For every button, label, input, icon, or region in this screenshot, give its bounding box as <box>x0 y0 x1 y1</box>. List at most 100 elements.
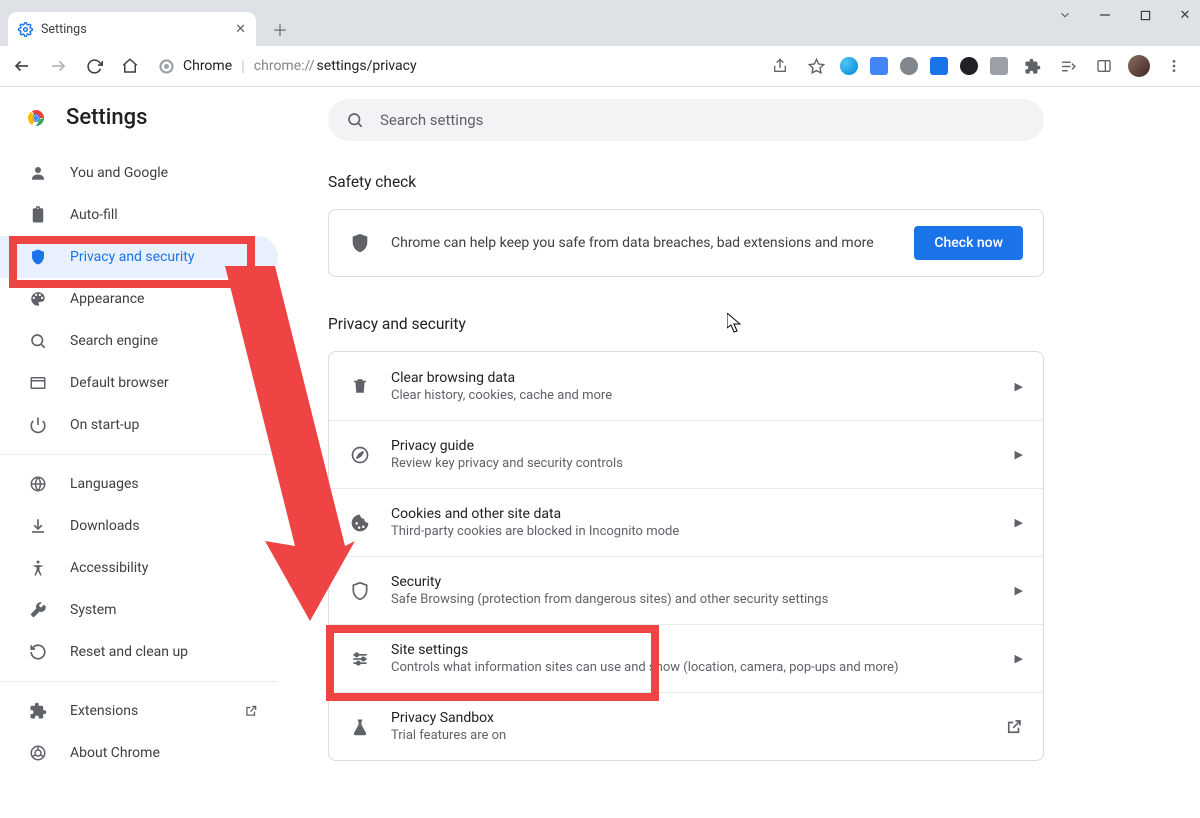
sidebar-item-default-browser[interactable]: Default browser <box>0 362 278 404</box>
tab-close-icon[interactable]: ✕ <box>235 22 246 37</box>
row-privacy-sandbox[interactable]: Privacy Sandbox Trial features are on <box>329 692 1043 760</box>
open-in-new-icon <box>244 704 258 718</box>
browser-toolbar: Chrome | chrome://settings/privacy <box>0 46 1200 87</box>
row-cookies[interactable]: Cookies and other site data Third-party c… <box>329 488 1043 556</box>
sidebar-item-on-startup[interactable]: On start-up <box>0 404 278 446</box>
side-panel-icon[interactable] <box>1092 54 1116 78</box>
safety-check-heading: Safety check <box>328 173 416 191</box>
open-in-new-icon <box>1005 718 1023 736</box>
window-close-button[interactable]: ✕ <box>1176 6 1194 24</box>
sidebar-item-system[interactable]: System <box>0 589 278 631</box>
row-subtitle: Third-party cookies are blocked in Incog… <box>391 524 995 539</box>
row-clear-browsing-data[interactable]: Clear browsing dataClear history, cookie… <box>329 352 1043 420</box>
search-settings-bar[interactable] <box>328 99 1044 141</box>
row-security[interactable]: Security Safe Browsing (protection from d… <box>329 556 1043 624</box>
wrench-icon <box>28 600 48 620</box>
chevron-right-icon: ▶ <box>1015 584 1023 597</box>
tab-title: Settings <box>41 22 87 37</box>
row-title: Privacy guide <box>391 438 995 454</box>
globe-icon <box>28 474 48 494</box>
url-display: Chrome | chrome://settings/privacy <box>183 57 417 75</box>
settings-content: Safety check Chrome can help keep you sa… <box>278 87 1200 818</box>
sidebar-item-languages[interactable]: Languages <box>0 463 278 505</box>
extension-icon-4[interactable] <box>930 57 948 75</box>
sidebar-item-label: About Chrome <box>70 745 160 761</box>
extension-icon-1[interactable] <box>840 57 858 75</box>
sidebar-item-label: Auto-fill <box>70 207 118 223</box>
restore-icon <box>28 642 48 662</box>
row-title: Clear browsing data <box>391 370 995 386</box>
search-settings-input[interactable] <box>378 110 1026 130</box>
row-title: Privacy Sandbox <box>391 710 985 726</box>
sidebar-item-reset[interactable]: Reset and clean up <box>0 631 278 673</box>
row-site-settings[interactable]: Site settingsControls what information s… <box>329 624 1043 692</box>
sidebar-item-downloads[interactable]: Downloads <box>0 505 278 547</box>
reload-button[interactable] <box>82 54 106 78</box>
sidebar-item-label: You and Google <box>70 165 168 181</box>
row-subtitle: Review key privacy and security controls <box>391 456 995 471</box>
sidebar-item-search-engine[interactable]: Search engine <box>0 320 278 362</box>
browser-titlebar: Settings ✕ ＋ ✕ <box>0 0 1200 46</box>
sidebar-item-accessibility[interactable]: Accessibility <box>0 547 278 589</box>
row-subtitle: Safe Browsing (protection from dangerous… <box>391 592 995 607</box>
privacy-heading: Privacy and security <box>328 315 466 333</box>
sidebar-item-label: Appearance <box>70 291 144 307</box>
shield-icon <box>349 232 371 254</box>
reading-list-icon[interactable] <box>1056 54 1080 78</box>
accessibility-icon <box>28 558 48 578</box>
extension-icon-3[interactable] <box>900 57 918 75</box>
sidebar-item-autofill[interactable]: Auto-fill <box>0 194 278 236</box>
clipboard-icon <box>28 205 48 225</box>
new-tab-button[interactable]: ＋ <box>266 15 294 43</box>
home-button[interactable] <box>118 54 142 78</box>
sidebar-item-label: On start-up <box>70 417 139 433</box>
forward-button[interactable] <box>46 54 70 78</box>
window-maximize-button[interactable] <box>1136 6 1154 24</box>
compass-icon <box>349 444 371 466</box>
chrome-menu-icon[interactable] <box>1162 54 1186 78</box>
extension-icon-5[interactable] <box>960 57 978 75</box>
extension-icon-2[interactable] <box>870 57 888 75</box>
chevron-right-icon: ▶ <box>1015 516 1023 529</box>
row-subtitle: Controls what information sites can use … <box>391 660 995 675</box>
sidebar-item-extensions[interactable]: Extensions <box>0 690 278 732</box>
sidebar-item-label: Accessibility <box>70 560 148 576</box>
privacy-list-card: Clear browsing dataClear history, cookie… <box>328 351 1044 761</box>
sidebar-item-appearance[interactable]: Appearance <box>0 278 278 320</box>
sidebar-item-privacy-security[interactable]: Privacy and security <box>0 236 278 278</box>
address-bar[interactable]: Chrome | chrome://settings/privacy <box>154 51 756 81</box>
sidebar-item-about-chrome[interactable]: About Chrome <box>0 732 278 774</box>
download-icon <box>28 516 48 536</box>
profile-avatar[interactable] <box>1128 55 1150 77</box>
chevron-down-icon[interactable] <box>1056 6 1074 24</box>
extensions-puzzle-icon[interactable] <box>1020 54 1044 78</box>
chevron-right-icon: ▶ <box>1015 448 1023 461</box>
chrome-outline-icon <box>28 743 48 763</box>
url-path: settings/privacy <box>317 58 417 74</box>
row-privacy-guide[interactable]: Privacy guide Review key privacy and secu… <box>329 420 1043 488</box>
extension-icon-6[interactable] <box>990 57 1008 75</box>
check-now-button[interactable]: Check now <box>914 226 1023 260</box>
row-title: Security <box>391 574 995 590</box>
row-title: Cookies and other site data <box>391 506 995 522</box>
mouse-cursor-icon <box>727 313 741 333</box>
sidebar-item-you-and-google[interactable]: You and Google <box>0 152 278 194</box>
sidebar-item-label: System <box>70 602 116 618</box>
browser-tab-settings[interactable]: Settings ✕ <box>8 12 256 46</box>
share-icon[interactable] <box>768 54 792 78</box>
site-info-icon[interactable] <box>158 58 175 75</box>
gear-icon <box>18 22 33 37</box>
sidebar-item-label: Default browser <box>70 375 169 391</box>
sidebar-item-label: Privacy and security <box>70 249 194 265</box>
bookmark-star-icon[interactable] <box>804 54 828 78</box>
person-icon <box>28 163 48 183</box>
palette-icon <box>28 289 48 309</box>
row-subtitle: Trial features are on <box>391 728 985 743</box>
settings-brand: Settings <box>0 105 278 148</box>
sidebar-item-label: Search engine <box>70 333 158 349</box>
window-minimize-button[interactable] <box>1096 6 1114 24</box>
trash-icon <box>349 375 371 397</box>
back-button[interactable] <box>10 54 34 78</box>
safety-check-card: Chrome can help keep you safe from data … <box>328 209 1044 277</box>
url-scheme-label: Chrome <box>183 58 232 74</box>
